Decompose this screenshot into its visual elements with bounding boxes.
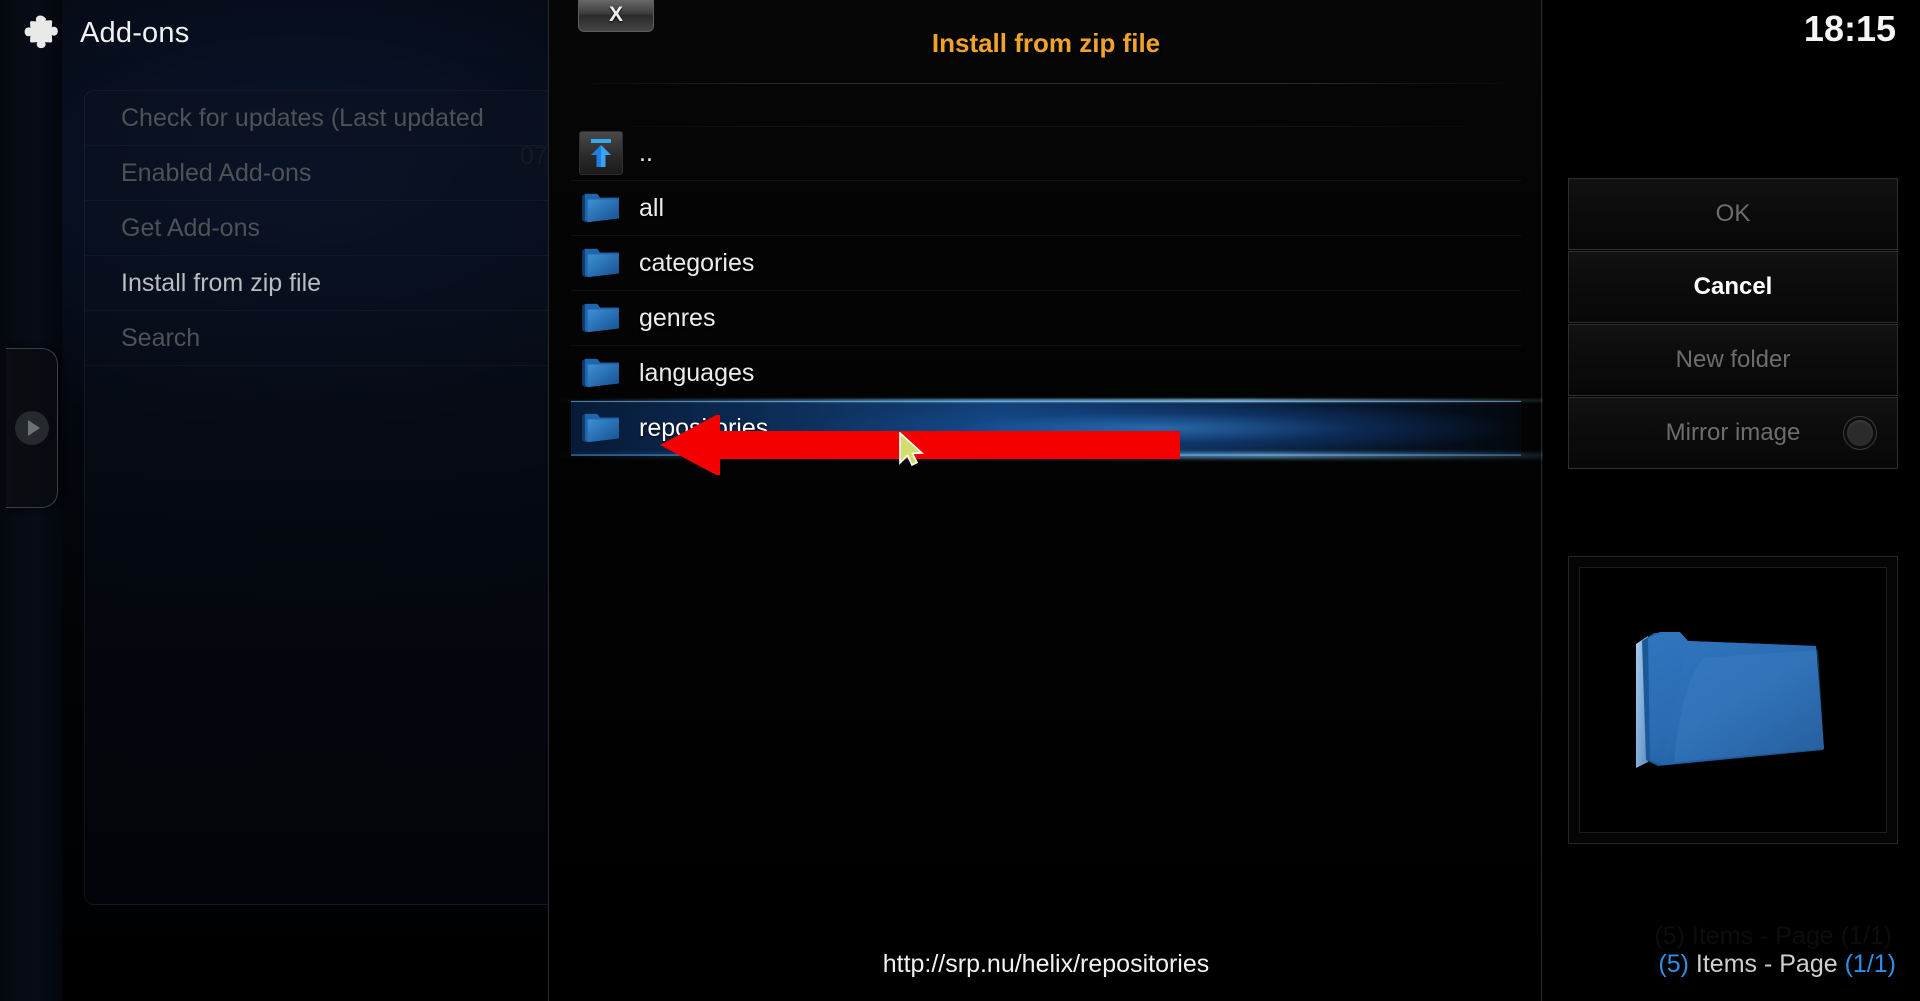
- folder-icon: [571, 401, 631, 456]
- folder-icon: [571, 346, 631, 401]
- list-item[interactable]: categories: [571, 236, 1521, 291]
- mouse-cursor: [899, 432, 924, 466]
- item-count: (5): [1658, 950, 1689, 978]
- folder-icon: [571, 291, 631, 346]
- mirror-image-toggle-icon[interactable]: [1847, 420, 1873, 446]
- ok-button-label: OK: [1715, 200, 1751, 227]
- dialog-divider-top: [567, 83, 1525, 84]
- dialog-side-panel: 18:15 OK Cancel New folder Mirror image: [1543, 0, 1920, 1001]
- menu-item-label: Get Add-ons: [121, 213, 260, 242]
- folder-icon: [571, 181, 631, 236]
- menu-item-label: Check for updates (Last updated: [121, 103, 484, 132]
- current-path-label: http://srp.nu/helix/repositories: [882, 950, 1210, 978]
- list-item-label: languages: [639, 358, 755, 387]
- new-folder-button-label: New folder: [1675, 346, 1791, 373]
- list-item[interactable]: ..: [571, 126, 1521, 181]
- menu-item-label: Install from zip file: [121, 268, 322, 297]
- pager-status: (5) Items - Page (1/1): [1658, 950, 1896, 979]
- clock: 18:15: [1803, 8, 1896, 49]
- preview-thumbnail-frame: [1568, 556, 1898, 844]
- up-arrow-icon: [571, 126, 631, 181]
- new-folder-button[interactable]: New folder: [1568, 324, 1898, 396]
- chevron-right-icon: [14, 411, 49, 445]
- list-item-label: all: [639, 193, 665, 222]
- list-item[interactable]: genres: [571, 291, 1521, 346]
- page-number: (1/1): [1844, 950, 1896, 978]
- app-header: Add-ons: [0, 0, 560, 66]
- mirror-image-button[interactable]: Mirror image: [1568, 397, 1898, 469]
- cancel-button-label: Cancel: [1693, 273, 1773, 300]
- menu-item-label: Search: [121, 323, 201, 352]
- close-button[interactable]: X: [578, 0, 654, 32]
- dialog-buttons: OK Cancel New folder Mirror image: [1568, 178, 1898, 470]
- list-item-selected[interactable]: repositories: [571, 401, 1521, 456]
- mirror-image-label: Mirror image: [1665, 419, 1801, 446]
- list-item-label: repositories: [639, 413, 769, 442]
- items-label: Items - Page: [1688, 950, 1845, 978]
- list-item[interactable]: languages: [571, 346, 1521, 401]
- cancel-button[interactable]: Cancel: [1568, 251, 1898, 323]
- menu-item-label: Enabled Add-ons: [121, 158, 312, 187]
- list-item-label: categories: [639, 248, 755, 277]
- folder-icon: [571, 236, 631, 291]
- file-browser-list: .. all categories genres languages repos…: [571, 126, 1521, 456]
- list-item-label: genres: [639, 303, 716, 332]
- kodi-screen: Add-ons Check for updates (Last updated …: [0, 0, 1920, 1001]
- dialog-title: Install from zip file: [931, 28, 1161, 58]
- list-item[interactable]: all: [571, 181, 1521, 236]
- install-from-zip-dialog: Install from zip file .. all categories …: [548, 0, 1542, 1001]
- ok-button[interactable]: OK: [1568, 178, 1898, 250]
- sidebar-expander-button[interactable]: [6, 348, 58, 508]
- preview-thumbnail: [1579, 567, 1887, 833]
- folder-thumbnail-icon: [1636, 632, 1824, 768]
- pager-ghost-text: (5) Items - Page (1/1): [1654, 922, 1892, 950]
- puzzle-piece-icon: [24, 15, 58, 49]
- list-item-label: ..: [639, 138, 653, 167]
- page-title: Add-ons: [80, 16, 190, 49]
